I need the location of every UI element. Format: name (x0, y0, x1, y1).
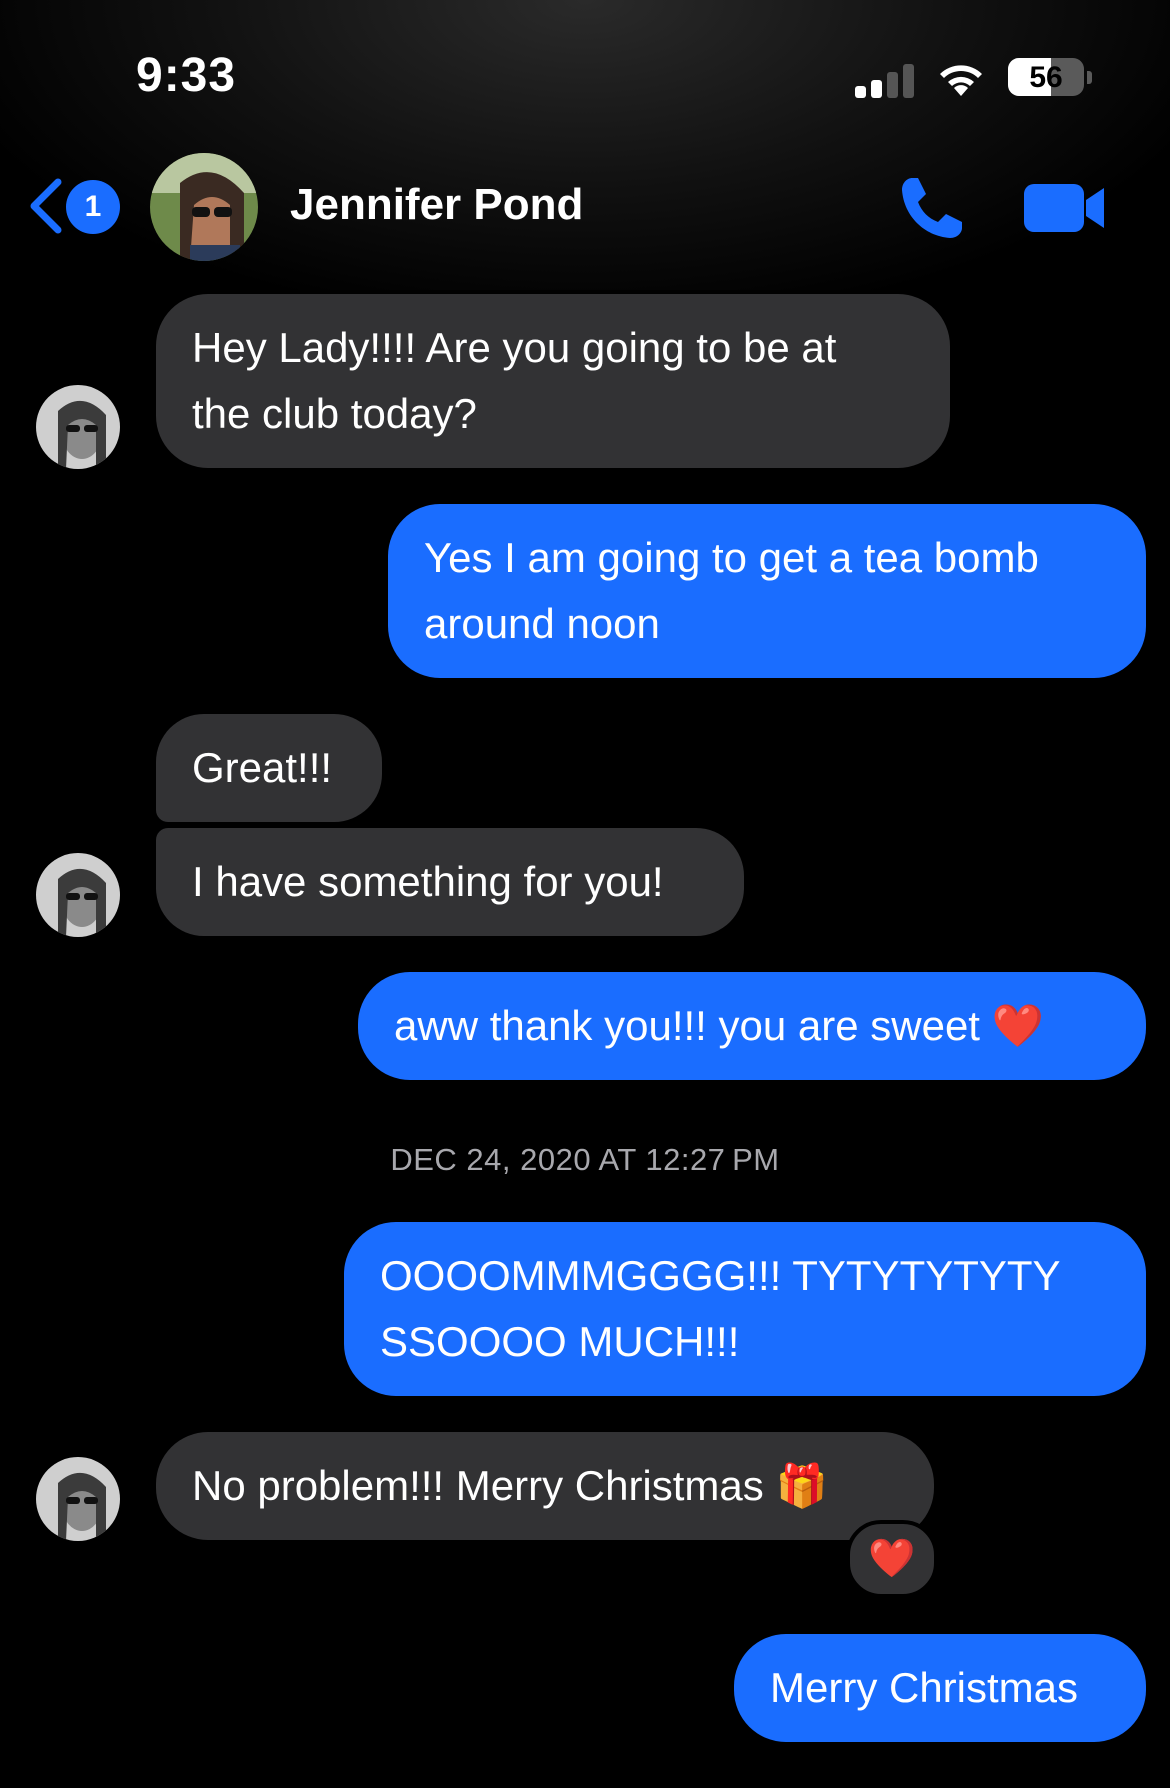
message-bubble-incoming[interactable]: Great!!! (156, 714, 382, 822)
message-line: I have something for you! (192, 858, 664, 905)
message-line: around noon (424, 600, 660, 647)
battery-percent: 56 (1029, 61, 1063, 94)
status-time: 9:33 (136, 49, 237, 102)
unread-badge[interactable]: 1 (66, 180, 120, 234)
message-line: Hey Lady!!!! Are you going to be at (192, 324, 837, 371)
phone-icon[interactable] (898, 172, 968, 242)
message-bubble-outgoing[interactable]: OOOOMMMGGGG!!! TYTYTYTYTY SSOOOO MUCH!!! (344, 1222, 1146, 1396)
contact-name[interactable]: Jennifer Pond (290, 180, 583, 230)
message-timestamp: DEC 24, 2020 AT 12:27 PM (390, 1142, 780, 1177)
battery-icon: 56 (1008, 58, 1084, 96)
message-bubble-outgoing[interactable]: Yes I am going to get a tea bomb around … (388, 504, 1146, 678)
sender-avatar[interactable] (36, 1457, 120, 1541)
reaction-emoji: ❤️ (868, 1538, 916, 1580)
message-bubble-incoming[interactable]: Hey Lady!!!! Are you going to be at the … (156, 294, 950, 468)
message-line: the club today? (192, 390, 477, 437)
message-line: OOOOMMMGGGG!!! TYTYTYTYTY (380, 1252, 1061, 1299)
wifi-icon (940, 65, 982, 96)
message-bubble-outgoing[interactable]: Merry Christmas (734, 1634, 1146, 1742)
message-bubble-incoming[interactable]: I have something for you! (156, 828, 744, 936)
message-line: aww thank you!!! you are sweet ❤️ (394, 1002, 1044, 1049)
message-bubble-incoming[interactable]: No problem!!! Merry Christmas 🎁 (156, 1432, 934, 1540)
message-line: Merry Christmas (770, 1664, 1079, 1711)
heart-reaction[interactable]: ❤️ (846, 1520, 938, 1598)
signal-icon (855, 62, 915, 98)
message-line: Yes I am going to get a tea bomb (424, 534, 1039, 581)
message-line: Great!!! (192, 744, 333, 791)
message-line: SSOOOO MUCH!!! (380, 1318, 740, 1365)
contact-avatar[interactable] (150, 153, 258, 261)
message-bubble-outgoing[interactable]: aww thank you!!! you are sweet ❤️ (358, 972, 1146, 1080)
back-chevron-icon[interactable] (26, 176, 66, 236)
video-camera-icon[interactable] (1024, 182, 1106, 234)
sender-avatar[interactable] (36, 385, 120, 469)
message-line: No problem!!! Merry Christmas 🎁 (192, 1462, 828, 1509)
battery-nub (1087, 71, 1092, 84)
sender-avatar[interactable] (36, 853, 120, 937)
